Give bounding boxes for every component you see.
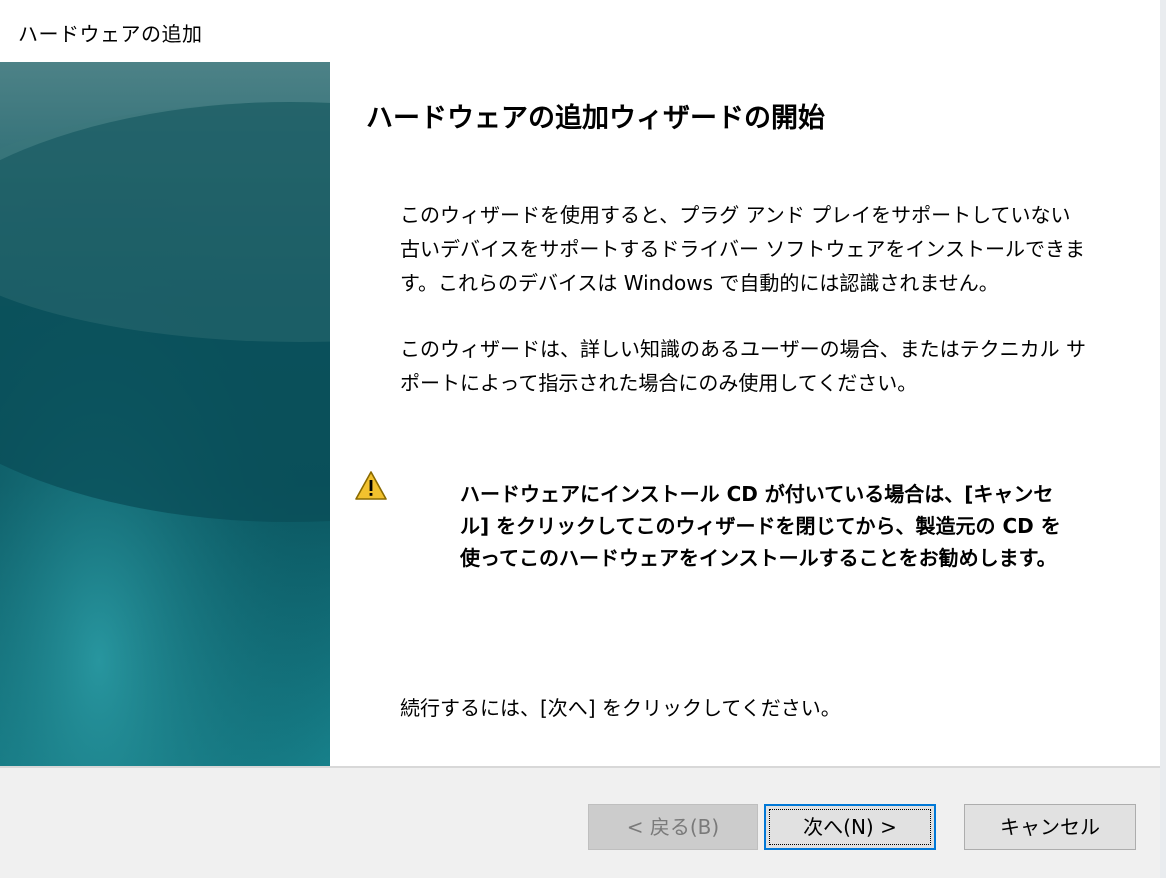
window-title: ハードウェアの追加 <box>18 22 203 46</box>
wizard-side-banner <box>0 62 330 766</box>
intro-paragraph: このウィザードを使用すると、プラグ アンド プレイをサポートしていない古いデバイ… <box>400 203 1085 295</box>
focus-rectangle <box>769 809 931 845</box>
continue-instruction: 続行するには、[次へ] をクリックしてください。 <box>400 696 841 720</box>
back-button[interactable]: < 戻る(B) <box>588 804 758 850</box>
advice-paragraph: このウィザードは、詳しい知識のあるユーザーの場合、またはテクニカル サポートによ… <box>400 337 1086 395</box>
warning-message: ハードウェアにインストール CD が付いている場合は、[キャンセル] をクリック… <box>460 482 1061 570</box>
warning-triangle-icon <box>355 471 387 500</box>
button-bar: < 戻る(B) 次へ(N) > キャンセル <box>0 766 1160 878</box>
wizard-heading: ハードウェアの追加ウィザードの開始 <box>366 103 825 134</box>
title-bar[interactable]: ハードウェアの追加 <box>0 0 1160 62</box>
wizard-content: ハードウェアの追加ウィザードの開始 このウィザードを使用すると、プラグ アンド … <box>330 62 1160 766</box>
add-hardware-window: ハードウェアの追加 ハードウェアの追加ウィザードの開始 このウィザードを使用する… <box>0 0 1160 878</box>
cancel-button[interactable]: キャンセル <box>964 804 1136 850</box>
desktop-background <box>1160 0 1166 878</box>
next-button[interactable]: 次へ(N) > <box>764 804 936 850</box>
